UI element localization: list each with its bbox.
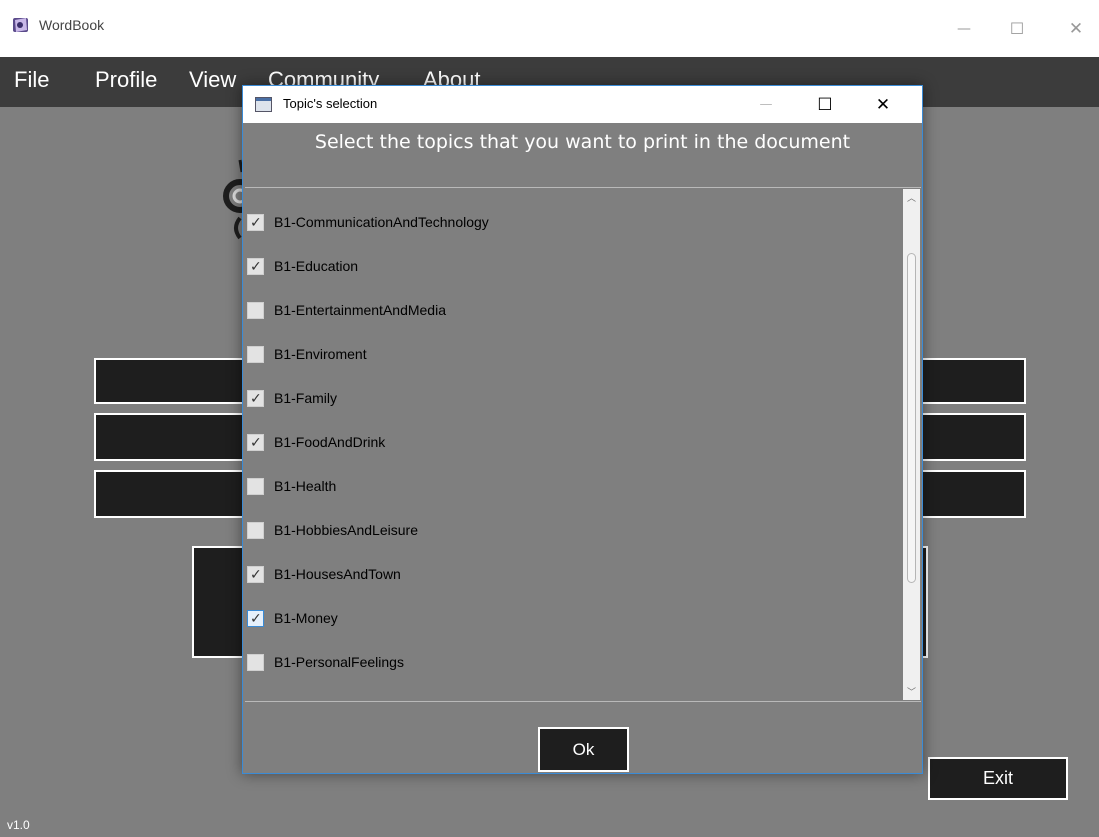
ok-button[interactable]: Ok: [538, 727, 629, 772]
topic-label: B1-Money: [274, 610, 338, 626]
topic-selection-dialog: Topic's selection — ☐ ✕ Select the topic…: [242, 85, 923, 774]
topic-checkbox[interactable]: [247, 477, 264, 495]
topic-item[interactable]: ✓ B1-Family: [247, 387, 337, 409]
topic-item[interactable]: ✓ B1-Money: [247, 607, 338, 629]
close-button[interactable]: ✕: [1053, 0, 1099, 57]
window-icon: [255, 97, 272, 112]
topic-item[interactable]: ✓ B1-Education: [247, 255, 358, 277]
main-titlebar: WordBook — ☐ ✕: [0, 0, 1099, 57]
topic-checkbox[interactable]: ✓: [247, 433, 264, 451]
app-title: WordBook: [39, 17, 105, 33]
topic-checkbox[interactable]: ✓: [247, 609, 264, 627]
dialog-title: Topic's selection: [283, 96, 378, 111]
scroll-up-icon[interactable]: ︿: [903, 189, 920, 206]
topic-checkbox[interactable]: [247, 521, 264, 539]
topic-item[interactable]: ✓ B1-CommunicationAndTechnology: [247, 211, 489, 233]
version-label: v1.0: [7, 818, 30, 832]
topic-checkbox[interactable]: ✓: [247, 565, 264, 583]
topic-label: B1-EntertainmentAndMedia: [274, 302, 446, 318]
topic-checkbox[interactable]: [247, 301, 264, 319]
topic-checkbox[interactable]: [247, 345, 264, 363]
menu-profile[interactable]: Profile: [95, 67, 157, 93]
dialog-maximize-button[interactable]: ☐: [802, 86, 848, 123]
topic-item[interactable]: ✓ B1-FoodAndDrink: [247, 431, 385, 453]
topic-checkbox[interactable]: ✓: [247, 213, 264, 231]
scroll-down-icon[interactable]: ﹀: [903, 683, 920, 700]
scrollbar-thumb[interactable]: [907, 253, 916, 583]
checkmark-icon: ✓: [250, 610, 262, 627]
topic-item[interactable]: B1-EntertainmentAndMedia: [247, 299, 446, 321]
topic-label: B1-CommunicationAndTechnology: [274, 214, 489, 230]
topic-item[interactable]: B1-Enviroment: [247, 343, 367, 365]
topic-label: B1-Health: [274, 478, 337, 494]
dialog-heading: Select the topics that you want to print…: [314, 131, 851, 153]
topic-label: B1-HobbiesAndLeisure: [274, 522, 418, 538]
dialog-minimize-button[interactable]: —: [743, 86, 789, 123]
menu-file[interactable]: File: [14, 67, 49, 93]
maximize-button[interactable]: ☐: [994, 0, 1040, 57]
topic-item[interactable]: B1-Health: [247, 475, 336, 497]
checkmark-icon: ✓: [250, 566, 262, 583]
checkmark-icon: ✓: [250, 390, 262, 407]
minimize-button[interactable]: —: [941, 0, 987, 57]
vertical-scrollbar[interactable]: ︿ ﹀: [903, 189, 920, 700]
topic-label: B1-Enviroment: [274, 346, 367, 362]
topic-label: B1-FoodAndDrink: [274, 434, 386, 450]
exit-button[interactable]: Exit: [928, 757, 1068, 800]
topic-label: B1-Education: [274, 258, 359, 274]
topic-label: B1-PersonalFeelings: [274, 654, 404, 670]
topic-item[interactable]: B1-HobbiesAndLeisure: [247, 519, 418, 541]
topic-checkbox[interactable]: ✓: [247, 257, 264, 275]
topic-checkbox[interactable]: ✓: [247, 389, 264, 407]
topic-item[interactable]: ✓ B1-HousesAndTown: [247, 563, 401, 585]
topic-checkbox[interactable]: [247, 653, 264, 671]
dialog-close-button[interactable]: ✕: [860, 86, 906, 123]
topic-list[interactable]: ︿ ﹀ ✓ B1-CommunicationAndTechnology ✓ B1-Ed…: [245, 187, 921, 702]
topic-item[interactable]: B1-PersonalFeelings: [247, 651, 404, 673]
topic-label: B1-HousesAndTown: [274, 566, 401, 582]
menu-view[interactable]: View: [189, 67, 236, 93]
dialog-titlebar: Topic's selection — ☐ ✕: [243, 86, 922, 123]
checkmark-icon: ✓: [250, 214, 262, 231]
wordbook-app-icon: [13, 18, 28, 32]
topic-label: B1-Family: [274, 390, 338, 406]
checkmark-icon: ✓: [250, 434, 262, 451]
checkmark-icon: ✓: [250, 258, 262, 275]
